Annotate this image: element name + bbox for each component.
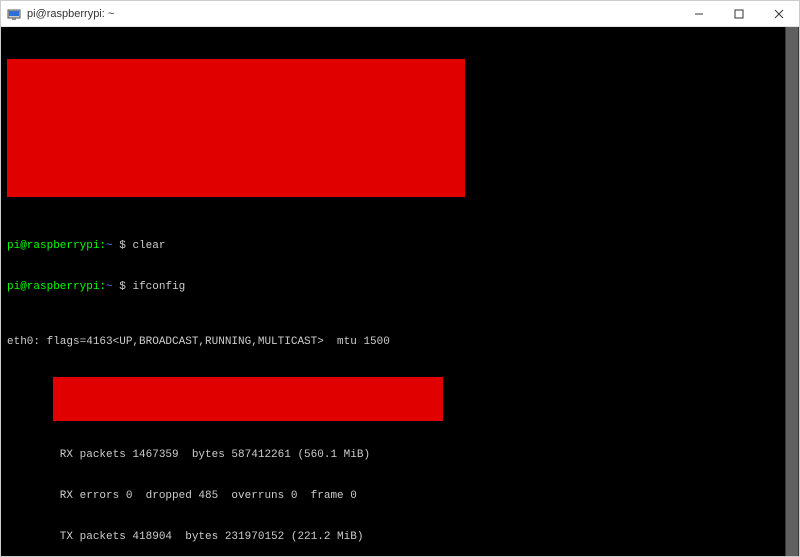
- scrollbar[interactable]: [785, 27, 799, 556]
- prompt-path: ~: [106, 240, 113, 252]
- minimize-button[interactable]: [679, 1, 719, 26]
- prompt-userhost: pi@raspberrypi: [7, 240, 99, 252]
- redacted-block: [7, 59, 465, 197]
- cmd-ifconfig: ifconfig: [132, 281, 185, 293]
- eth0-rx-errors: RX errors 0 dropped 485 overruns 0 frame…: [7, 490, 793, 504]
- eth0-rx-packets: RX packets 1467359 bytes 587412261 (560.…: [7, 449, 793, 463]
- terminal-area[interactable]: pi@raspberrypi:~ $ clear pi@raspberrypi:…: [1, 27, 799, 556]
- prompt-line: pi@raspberrypi:~ $ clear: [7, 240, 793, 254]
- eth0-tx-packets: TX packets 418904 bytes 231970152 (221.2…: [7, 531, 793, 545]
- titlebar[interactable]: pi@raspberrypi: ~: [1, 1, 799, 27]
- window-title: pi@raspberrypi: ~: [27, 8, 114, 20]
- eth0-header: eth0: flags=4163<UP,BROADCAST,RUNNING,MU…: [7, 336, 793, 350]
- prompt-line: pi@raspberrypi:~ $ ifconfig: [7, 281, 793, 295]
- putty-icon: [7, 7, 21, 21]
- maximize-button[interactable]: [719, 1, 759, 26]
- putty-window: pi@raspberrypi: ~ pi@raspberrypi:~ $ cle…: [0, 0, 800, 557]
- redacted-block: [53, 377, 443, 421]
- titlebar-left: pi@raspberrypi: ~: [7, 7, 114, 21]
- close-button[interactable]: [759, 1, 799, 26]
- cmd-clear: clear: [132, 240, 165, 252]
- titlebar-controls: [679, 1, 799, 26]
- scrollbar-thumb[interactable]: [786, 27, 798, 556]
